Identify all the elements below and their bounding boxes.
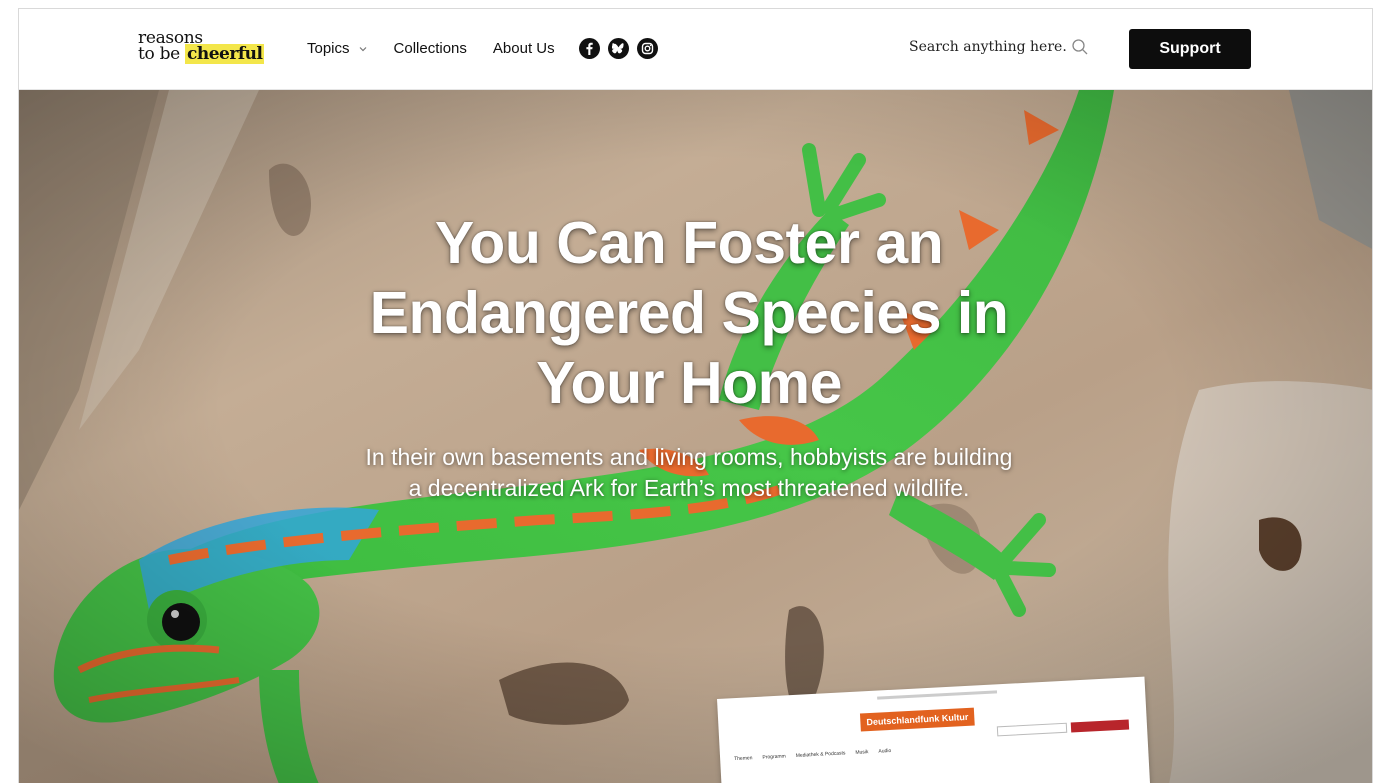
nav-item-label: Collections bbox=[393, 40, 467, 57]
overlay-brand-logo: Deutschlandfunk Kultur bbox=[859, 707, 975, 732]
overlay-nav-item: Programm bbox=[762, 753, 786, 761]
bluesky-icon[interactable] bbox=[608, 38, 629, 59]
nav-item-label: About Us bbox=[492, 40, 555, 57]
support-button[interactable]: Support bbox=[1129, 29, 1251, 69]
search-icon[interactable] bbox=[1071, 38, 1089, 56]
hero-image-gecko bbox=[19, 90, 1372, 783]
article-dek: In their own basements and living rooms,… bbox=[365, 444, 1013, 501]
logo-line-2-prefix: to be bbox=[138, 44, 186, 64]
social-links bbox=[579, 38, 666, 59]
article-headline: You Can Foster an Endangered Species in … bbox=[369, 210, 1009, 416]
nav-item-about-us[interactable]: About Us bbox=[493, 40, 555, 57]
logo-highlight: cheerful bbox=[185, 44, 265, 64]
overlay-topline bbox=[877, 690, 998, 700]
overlay-nav-item: Musik bbox=[855, 749, 869, 756]
instagram-icon[interactable] bbox=[637, 38, 658, 59]
nav-item-label: Topics bbox=[307, 40, 350, 57]
overlay-nav-item: Themen bbox=[734, 755, 753, 763]
browser-page: reasons to be cheerful Topics Collection… bbox=[18, 8, 1373, 783]
logo-line-2: to be cheerful bbox=[138, 44, 278, 64]
overlay-red-button bbox=[1070, 719, 1130, 733]
site-logo[interactable]: reasons to be cheerful bbox=[138, 30, 278, 64]
chevron-down-icon bbox=[359, 46, 366, 51]
site-header: reasons to be cheerful Topics Collection… bbox=[19, 9, 1372, 90]
overlay-nav-item: Mediathek & Podcasts bbox=[795, 750, 846, 759]
overlay-nav: Themen Programm Mediathek & Podcasts Mus… bbox=[734, 747, 901, 762]
search-bar bbox=[909, 38, 1089, 56]
search-input[interactable] bbox=[909, 39, 1067, 55]
overlay-search-box bbox=[996, 722, 1068, 737]
nav-item-collections[interactable]: Collections bbox=[394, 40, 467, 57]
nav-item-topics[interactable]: Topics bbox=[307, 40, 368, 57]
facebook-icon[interactable] bbox=[579, 38, 600, 59]
overlay-nav-item: Audio bbox=[878, 747, 892, 755]
main-nav: Topics Collections About Us bbox=[307, 40, 581, 57]
hero-section: You Can Foster an Endangered Species in … bbox=[19, 90, 1372, 783]
